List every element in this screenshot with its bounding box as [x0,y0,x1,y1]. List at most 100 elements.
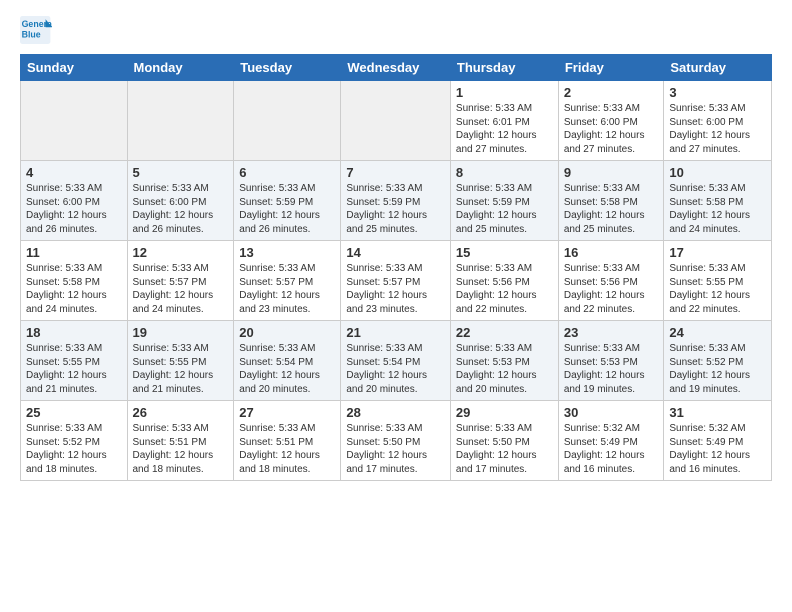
day-info: Sunrise: 5:33 AM Sunset: 5:53 PM Dayligh… [564,342,659,396]
calendar-cell: 15 Sunrise: 5:33 AM Sunset: 5:56 PM Dayli… [450,241,558,321]
weekday-header-friday: Friday [558,55,664,81]
calendar-cell [21,81,128,161]
day-number: 31 [669,405,766,420]
day-number: 25 [26,405,122,420]
calendar-cell: 14Sunrise: 5:33 AM Sunset: 5:57 PM Dayli… [341,241,451,321]
day-number: 10 [669,165,766,180]
weekday-header-saturday: Saturday [664,55,772,81]
calendar-cell: 9Sunrise: 5:33 AM Sunset: 5:58 PM Daylig… [558,161,664,241]
day-info: Sunrise: 5:33 AM Sunset: 5:55 PM Dayligh… [669,262,766,316]
day-info: Sunrise: 5:33 AM Sunset: 5:58 PM Dayligh… [26,262,122,316]
day-info: Sunrise: 5:33 AM Sunset: 5:50 PM Dayligh… [456,422,553,476]
day-number: 4 [26,165,122,180]
day-number: 11 [26,245,122,260]
calendar-cell [127,81,234,161]
calendar-cell: 19 Sunrise: 5:33 AM Sunset: 5:55 PM Dayli… [127,321,234,401]
day-info: Sunrise: 5:33 AM Sunset: 5:57 PM Dayligh… [239,262,335,316]
logo-icon: General Blue [20,16,52,44]
calendar-cell: 11 Sunrise: 5:33 AM Sunset: 5:58 PM Dayli… [21,241,128,321]
day-info: Sunrise: 5:33 AM Sunset: 5:59 PM Dayligh… [456,182,553,236]
day-info: Sunrise: 5:33 AM Sunset: 5:59 PM Dayligh… [239,182,335,236]
weekday-header-wednesday: Wednesday [341,55,451,81]
calendar-cell: 7Sunrise: 5:33 AM Sunset: 5:59 PM Daylig… [341,161,451,241]
day-number: 5 [133,165,229,180]
calendar-cell: 1 Sunrise: 5:33 AM Sunset: 6:01 PM Daylig… [450,81,558,161]
calendar-cell: 23 Sunrise: 5:33 AM Sunset: 5:53 PM Dayli… [558,321,664,401]
calendar-cell: 10 Sunrise: 5:33 AM Sunset: 5:58 PM Dayli… [664,161,772,241]
calendar-cell [341,81,451,161]
day-info: Sunrise: 5:33 AM Sunset: 6:00 PM Dayligh… [133,182,229,236]
day-info: Sunrise: 5:33 AM Sunset: 5:55 PM Dayligh… [26,342,122,396]
day-info: Sunrise: 5:33 AM Sunset: 5:57 PM Dayligh… [346,262,445,316]
day-number: 1 [456,85,553,100]
day-info: Sunrise: 5:33 AM Sunset: 6:01 PM Dayligh… [456,102,553,156]
calendar-cell: 3 Sunrise: 5:33 AM Sunset: 6:00 PM Daylig… [664,81,772,161]
day-info: Sunrise: 5:33 AM Sunset: 5:51 PM Dayligh… [239,422,335,476]
day-number: 6 [239,165,335,180]
day-number: 7 [346,165,445,180]
week-row-1: 1 Sunrise: 5:33 AM Sunset: 6:01 PM Daylig… [21,81,772,161]
calendar-cell: 26Sunrise: 5:33 AM Sunset: 5:51 PM Dayli… [127,401,234,481]
calendar-cell: 30 Sunrise: 5:32 AM Sunset: 5:49 PM Dayli… [558,401,664,481]
day-number: 18 [26,325,122,340]
calendar-cell: 8 Sunrise: 5:33 AM Sunset: 5:59 PM Daylig… [450,161,558,241]
day-number: 24 [669,325,766,340]
calendar-cell: 16 Sunrise: 5:33 AM Sunset: 5:56 PM Dayli… [558,241,664,321]
calendar-cell: 25Sunrise: 5:33 AM Sunset: 5:52 PM Dayli… [21,401,128,481]
calendar-cell: 2Sunrise: 5:33 AM Sunset: 6:00 PM Daylig… [558,81,664,161]
day-info: Sunrise: 5:33 AM Sunset: 5:58 PM Dayligh… [669,182,766,236]
logo: General Blue [20,16,56,44]
day-info: Sunrise: 5:33 AM Sunset: 5:55 PM Dayligh… [133,342,229,396]
day-info: Sunrise: 5:33 AM Sunset: 5:53 PM Dayligh… [456,342,553,396]
day-number: 30 [564,405,659,420]
calendar-cell: 13 Sunrise: 5:33 AM Sunset: 5:57 PM Dayli… [234,241,341,321]
day-number: 9 [564,165,659,180]
calendar-cell: 20 Sunrise: 5:33 AM Sunset: 5:54 PM Dayli… [234,321,341,401]
day-number: 19 [133,325,229,340]
weekday-header-monday: Monday [127,55,234,81]
day-info: Sunrise: 5:33 AM Sunset: 5:52 PM Dayligh… [669,342,766,396]
calendar-cell: 31 Sunrise: 5:32 AM Sunset: 5:49 PM Dayli… [664,401,772,481]
week-row-4: 18 Sunrise: 5:33 AM Sunset: 5:55 PM Dayli… [21,321,772,401]
calendar-cell [234,81,341,161]
day-number: 22 [456,325,553,340]
day-number: 3 [669,85,766,100]
day-number: 27 [239,405,335,420]
weekday-header-thursday: Thursday [450,55,558,81]
calendar-table: SundayMondayTuesdayWednesdayThursdayFrid… [20,54,772,481]
calendar-cell: 18 Sunrise: 5:33 AM Sunset: 5:55 PM Dayli… [21,321,128,401]
day-info: Sunrise: 5:32 AM Sunset: 5:49 PM Dayligh… [564,422,659,476]
week-row-5: 25Sunrise: 5:33 AM Sunset: 5:52 PM Dayli… [21,401,772,481]
day-number: 15 [456,245,553,260]
calendar-cell: 24 Sunrise: 5:33 AM Sunset: 5:52 PM Dayli… [664,321,772,401]
calendar-cell: 6 Sunrise: 5:33 AM Sunset: 5:59 PM Daylig… [234,161,341,241]
calendar-cell: 4 Sunrise: 5:33 AM Sunset: 6:00 PM Daylig… [21,161,128,241]
day-number: 13 [239,245,335,260]
day-number: 12 [133,245,229,260]
week-row-3: 11 Sunrise: 5:33 AM Sunset: 5:58 PM Dayli… [21,241,772,321]
day-info: Sunrise: 5:33 AM Sunset: 6:00 PM Dayligh… [669,102,766,156]
day-number: 16 [564,245,659,260]
day-number: 21 [346,325,445,340]
week-row-2: 4 Sunrise: 5:33 AM Sunset: 6:00 PM Daylig… [21,161,772,241]
day-info: Sunrise: 5:33 AM Sunset: 5:54 PM Dayligh… [346,342,445,396]
weekday-header-row: SundayMondayTuesdayWednesdayThursdayFrid… [21,55,772,81]
day-info: Sunrise: 5:33 AM Sunset: 5:56 PM Dayligh… [456,262,553,316]
day-number: 23 [564,325,659,340]
day-info: Sunrise: 5:33 AM Sunset: 5:50 PM Dayligh… [346,422,445,476]
day-info: Sunrise: 5:33 AM Sunset: 5:54 PM Dayligh… [239,342,335,396]
day-info: Sunrise: 5:33 AM Sunset: 6:00 PM Dayligh… [26,182,122,236]
calendar-cell: 22 Sunrise: 5:33 AM Sunset: 5:53 PM Dayli… [450,321,558,401]
day-number: 20 [239,325,335,340]
weekday-header-sunday: Sunday [21,55,128,81]
day-number: 2 [564,85,659,100]
day-number: 28 [346,405,445,420]
day-info: Sunrise: 5:33 AM Sunset: 5:51 PM Dayligh… [133,422,229,476]
day-number: 8 [456,165,553,180]
calendar-cell: 5 Sunrise: 5:33 AM Sunset: 6:00 PM Daylig… [127,161,234,241]
day-info: Sunrise: 5:32 AM Sunset: 5:49 PM Dayligh… [669,422,766,476]
day-info: Sunrise: 5:33 AM Sunset: 5:56 PM Dayligh… [564,262,659,316]
svg-text:Blue: Blue [22,30,41,40]
day-info: Sunrise: 5:33 AM Sunset: 5:57 PM Dayligh… [133,262,229,316]
calendar-cell: 28 Sunrise: 5:33 AM Sunset: 5:50 PM Dayli… [341,401,451,481]
